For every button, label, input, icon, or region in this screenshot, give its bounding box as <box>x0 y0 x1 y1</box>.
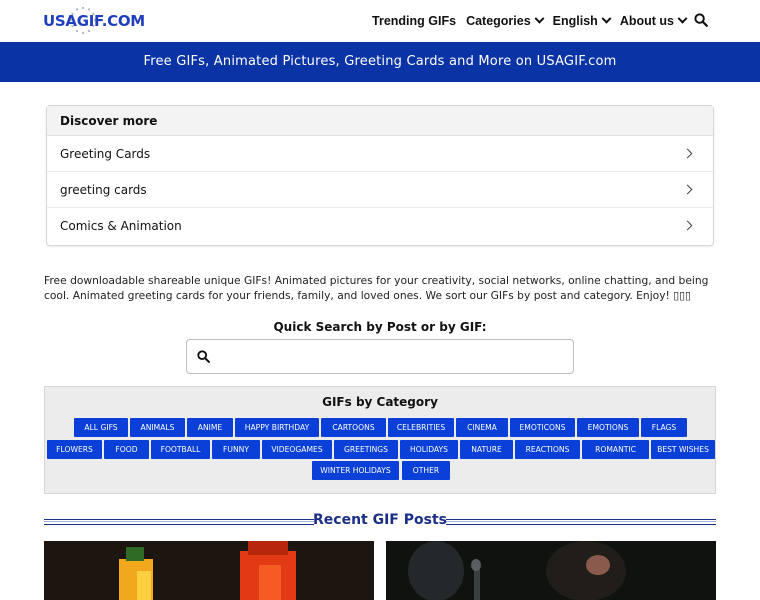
chevron-right-icon <box>682 148 693 159</box>
category-romantic[interactable]: ROMANTIC <box>582 440 649 459</box>
nav-label: Trending GIFs <box>372 14 457 28</box>
category-flags[interactable]: FLAGS <box>641 418 687 437</box>
category-nature[interactable]: NATURE <box>460 440 513 459</box>
logo-text: USAGIF.COM <box>43 12 145 30</box>
nav-categories[interactable]: Categories <box>466 12 545 30</box>
quick-search-input[interactable] <box>219 346 559 368</box>
nav-label: Categories <box>466 14 531 28</box>
site-logo[interactable]: USAGIF.COM <box>43 6 145 36</box>
category-animals[interactable]: ANIMALS <box>130 418 185 437</box>
discover-item-label: Comics & Animation <box>60 219 182 233</box>
discover-item-label: Greeting Cards <box>60 147 151 161</box>
discover-title: Discover more <box>47 106 713 136</box>
discover-item[interactable]: greeting cards <box>47 172 713 208</box>
quick-search-label: Quick Search by Post or by GIF: <box>273 320 487 334</box>
quick-search-box[interactable] <box>186 339 574 374</box>
nav-label: About us <box>619 14 674 28</box>
intro-text: Free downloadable shareable unique GIFs!… <box>44 274 709 302</box>
category-cartoons[interactable]: CARTOONS <box>321 418 386 437</box>
category-emotions[interactable]: EMOTIONS <box>577 418 639 437</box>
search-icon <box>197 350 210 363</box>
category-panel-title: GIFs by Category <box>322 395 438 409</box>
category-all-gifs[interactable]: ALL GIFS <box>74 418 128 437</box>
thumbnail-image <box>386 541 716 600</box>
nav-about-us[interactable]: About us <box>619 12 688 30</box>
category-happy-birthday[interactable]: HAPPY BIRTHDAY <box>235 418 319 437</box>
search-icon[interactable] <box>694 13 708 27</box>
category-flowers[interactable]: FLOWERS <box>47 440 102 459</box>
discover-item-label: greeting cards <box>60 183 147 197</box>
category-holidays[interactable]: HOLIDAYS <box>400 440 458 459</box>
discover-more-panel: Discover more Greeting Cards greeting ca… <box>46 105 714 246</box>
category-celebrities[interactable]: CELEBRITIES <box>388 418 454 437</box>
recent-posts-title: Recent GIF Posts <box>313 512 447 528</box>
nav-language[interactable]: English <box>552 12 612 30</box>
category-emoticons[interactable]: EMOTICONS <box>510 418 575 437</box>
chevron-right-icon <box>682 220 693 231</box>
category-funny[interactable]: FUNNY <box>212 440 260 459</box>
category-winter-holidays[interactable]: WINTER HOLIDAYS <box>312 461 399 480</box>
top-navbar: USAGIF.COM Trending GIFs Categories Engl… <box>0 0 760 42</box>
thumbnail-image <box>44 541 374 600</box>
category-greetings[interactable]: GREETINGS <box>334 440 398 459</box>
category-other[interactable]: OTHER <box>402 461 450 480</box>
nav-label: English <box>552 14 598 28</box>
gifs-by-category-panel: GIFs by Category ALL GIFS ANIMALS ANIME … <box>44 386 716 494</box>
category-reactions[interactable]: REACTIONS <box>515 440 580 459</box>
recent-post-thumbnail[interactable] <box>386 541 716 600</box>
chevron-down-icon <box>601 13 612 24</box>
main-nav: Trending GIFs Categories English About u… <box>362 12 708 30</box>
chevron-down-icon <box>534 13 545 24</box>
chevron-right-icon <box>682 184 693 195</box>
category-cinema[interactable]: CINEMA <box>456 418 508 437</box>
category-food[interactable]: FOOD <box>104 440 149 459</box>
discover-item[interactable]: Greeting Cards <box>47 136 713 172</box>
recent-posts-heading: Recent GIF Posts <box>44 512 716 532</box>
category-football[interactable]: FOOTBALL <box>151 440 210 459</box>
category-anime[interactable]: ANIME <box>187 418 233 437</box>
recent-post-thumbnail[interactable] <box>44 541 374 600</box>
discover-item[interactable]: Comics & Animation <box>47 208 713 244</box>
nav-trending-gifs[interactable]: Trending GIFs <box>372 12 456 30</box>
hero-banner: Free GIFs, Animated Pictures, Greeting C… <box>0 42 760 82</box>
category-videogames[interactable]: VIDEOGAMES <box>262 440 332 459</box>
category-best-wishes[interactable]: BEST WISHES <box>651 440 715 459</box>
chevron-down-icon <box>677 13 688 24</box>
